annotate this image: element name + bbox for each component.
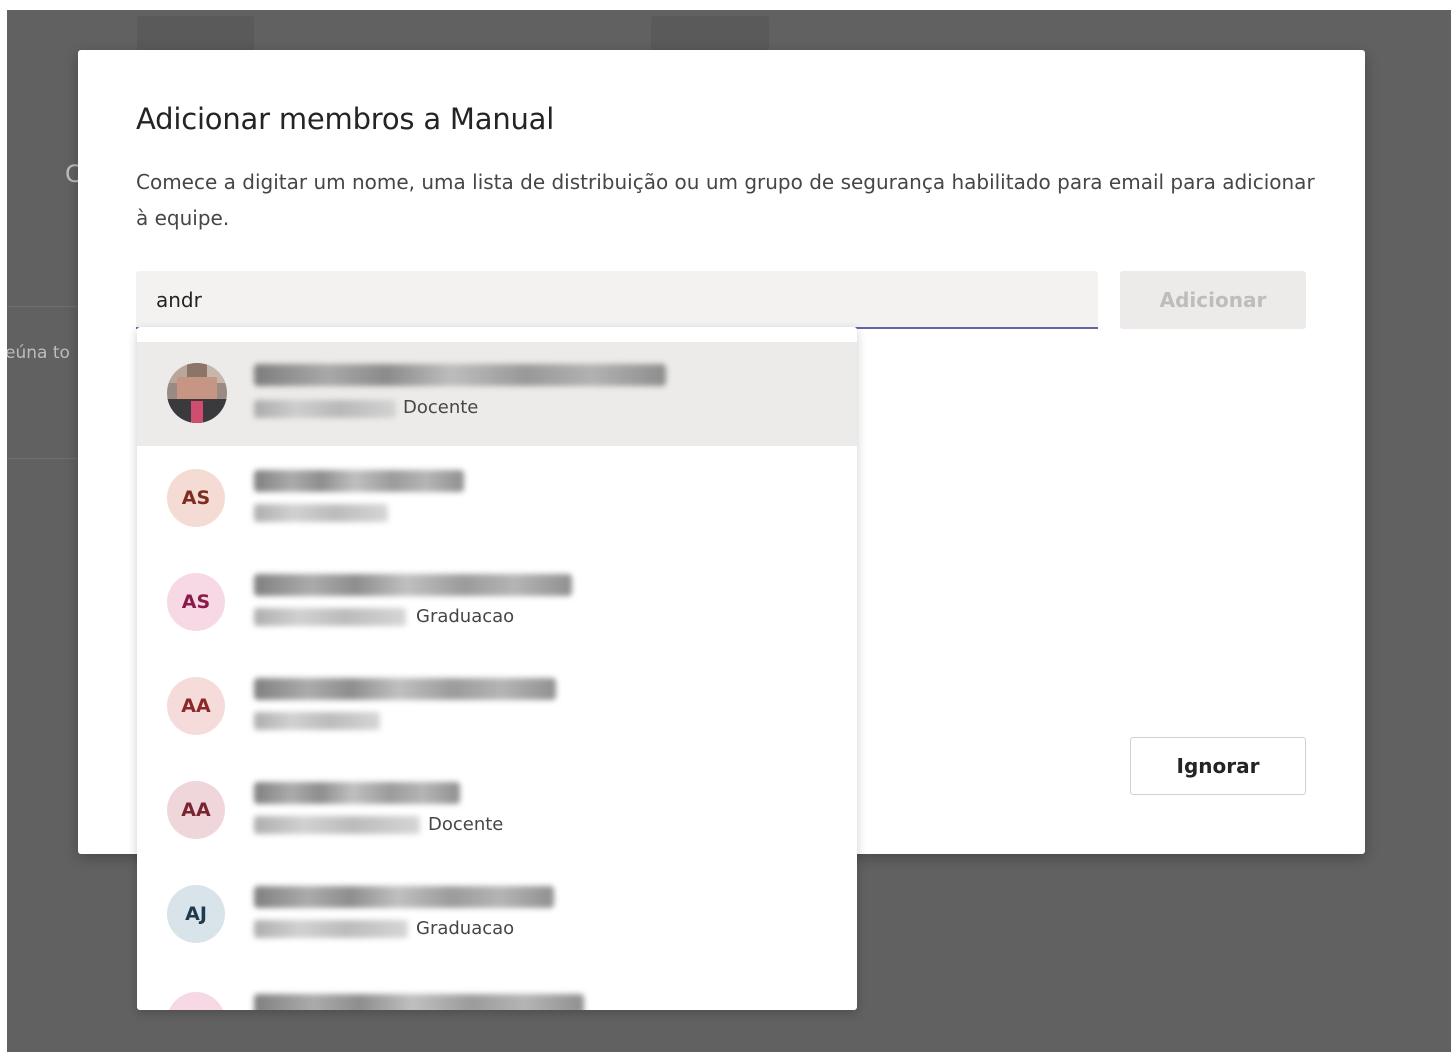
suggestion-id bbox=[254, 504, 388, 522]
suggestion-id bbox=[254, 816, 420, 834]
suggestion-name bbox=[254, 574, 572, 596]
suggestions-dropdown: Docente AS AS Graduacao AA AA Docente AJ… bbox=[137, 327, 857, 1010]
suggestion-name bbox=[254, 782, 460, 804]
avatar: AS bbox=[167, 469, 225, 527]
suggestion-item[interactable]: Docente bbox=[137, 342, 857, 446]
suggestion-subtitle: Graduacao bbox=[416, 606, 515, 627]
background-divider bbox=[7, 306, 79, 307]
avatar: AJ bbox=[167, 885, 225, 943]
suggestion-item[interactable]: AJ Graduacao bbox=[137, 862, 857, 966]
user-photo-icon bbox=[167, 363, 227, 423]
dialog-title: Adicionar membros a Manual bbox=[136, 102, 555, 136]
suggestion-name bbox=[254, 994, 584, 1010]
ignore-button[interactable]: Ignorar bbox=[1130, 737, 1306, 795]
suggestion-subtitle: Docente bbox=[403, 397, 479, 418]
avatar: AA bbox=[167, 781, 225, 839]
suggestion-item[interactable]: AA Docente bbox=[137, 758, 857, 862]
avatar: AA bbox=[167, 677, 225, 735]
suggestion-item[interactable]: AA bbox=[137, 654, 857, 758]
suggestion-id bbox=[254, 400, 396, 418]
suggestion-name bbox=[254, 470, 464, 492]
suggestion-item[interactable] bbox=[137, 966, 857, 1010]
suggestion-subtitle: Docente bbox=[428, 814, 504, 835]
suggestion-name bbox=[254, 364, 666, 386]
member-search-input[interactable] bbox=[156, 281, 1056, 319]
dialog-description: Comece a digitar um nome, uma lista de d… bbox=[136, 170, 1315, 230]
suggestion-id bbox=[254, 712, 380, 730]
suggestion-item[interactable]: AS bbox=[137, 446, 857, 550]
avatar: AS bbox=[167, 573, 225, 631]
suggestion-id bbox=[254, 920, 408, 938]
suggestion-id bbox=[254, 608, 406, 626]
background-divider bbox=[7, 458, 79, 459]
suggestion-subtitle: Graduacao bbox=[416, 918, 515, 939]
avatar bbox=[167, 363, 227, 423]
background-text: eúna to bbox=[7, 343, 70, 363]
suggestion-item[interactable]: AS Graduacao bbox=[137, 550, 857, 654]
add-button[interactable]: Adicionar bbox=[1120, 271, 1306, 329]
avatar bbox=[167, 992, 225, 1010]
member-search-box[interactable] bbox=[136, 271, 1098, 329]
suggestion-name bbox=[254, 678, 556, 700]
suggestion-name bbox=[254, 886, 554, 908]
